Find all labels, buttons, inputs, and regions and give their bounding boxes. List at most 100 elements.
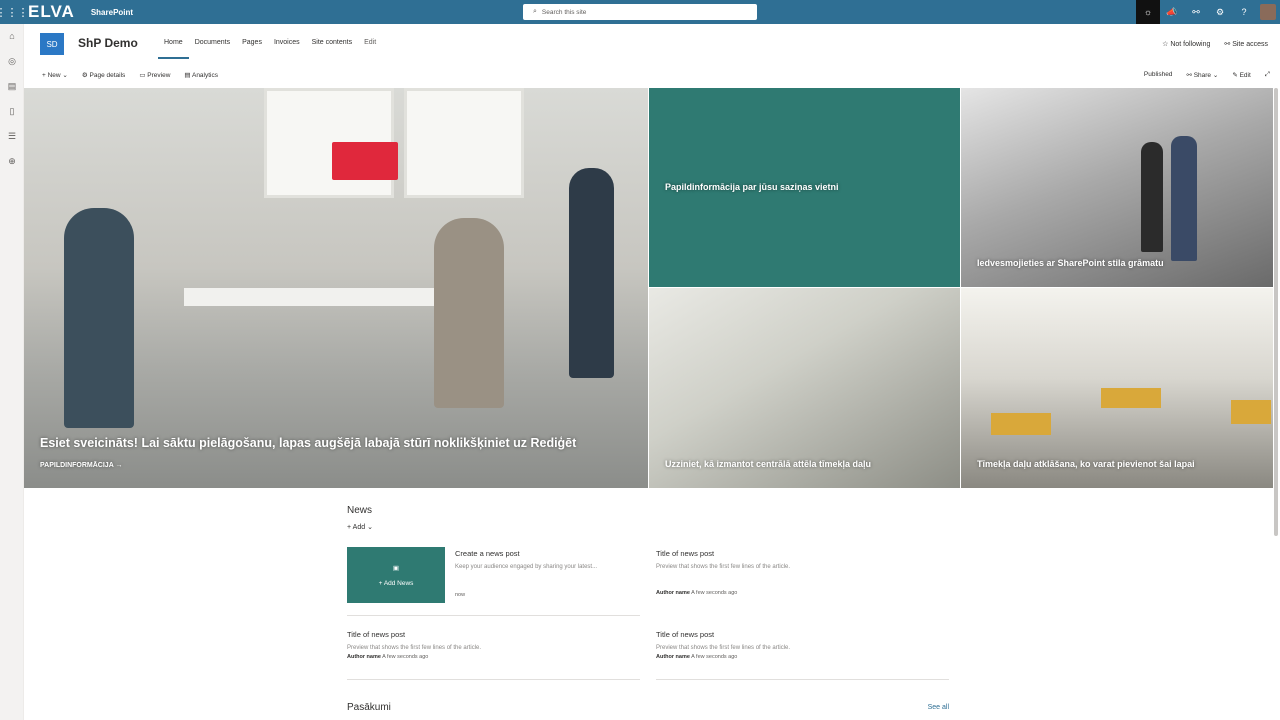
hero-tile-5[interactable]: Tīmekļa daļu atklāšana, ko varat pievien… [961, 288, 1273, 488]
published-status: Published [1143, 71, 1173, 78]
hero-main-title: Esiet sveicināts! Lai sāktu pielāgošanu,… [40, 436, 577, 450]
divider [347, 679, 640, 680]
person-image [434, 218, 504, 408]
nav-pages[interactable]: Pages [236, 39, 268, 59]
yellow-sofa-image [1101, 388, 1161, 408]
search-input[interactable]: ⌕ Search this site [523, 4, 757, 20]
document-icon[interactable]: ▯ [0, 99, 24, 124]
site-access-label: Site access [1232, 41, 1268, 48]
scrollbar[interactable] [1274, 88, 1278, 536]
preview-button[interactable]: ▭ Preview [139, 71, 170, 79]
expand-icon[interactable]: ⤢ [1265, 71, 1270, 79]
yellow-sofa-image [1231, 400, 1271, 424]
avatar[interactable] [1260, 4, 1276, 20]
news-card-author: Author name [347, 654, 381, 660]
waffle-icon[interactable]: ⋮⋮⋮ [0, 0, 29, 24]
news-webpart: News + Add ⌄ ▣ + Add News Create a news … [347, 505, 949, 680]
news-card[interactable]: Title of news post Preview that shows th… [656, 630, 949, 660]
nav-edit[interactable]: Edit [358, 39, 382, 59]
news-card[interactable]: Title of news post Preview that shows th… [656, 549, 949, 596]
search-icon: ⌕ [533, 8, 537, 15]
follow-label: Not following [1170, 41, 1211, 48]
new-button[interactable]: + New ⌄ [42, 71, 68, 79]
nav-home[interactable]: Home [158, 39, 189, 59]
hero-tile-3[interactable]: Iedvesmojieties ar SharePoint stila grām… [961, 88, 1273, 287]
news-card-preview: Preview that shows the first few lines o… [347, 645, 482, 651]
hero-more-label: PAPILDINFORMĀCIJA [40, 462, 114, 469]
news-card[interactable]: Title of news post Preview that shows th… [347, 630, 640, 660]
news-card-time: A few seconds ago [382, 654, 429, 660]
person-image [1141, 142, 1163, 252]
events-title: Pasākumi [347, 702, 391, 713]
share-icon[interactable]: ⚯ [1184, 0, 1208, 24]
home-icon[interactable]: ⌂ [0, 24, 24, 49]
hero-webpart: Esiet sveicināts! Lai sāktu pielāgošanu,… [24, 88, 1273, 488]
add-news-tile[interactable]: ▣ + Add News [347, 547, 445, 603]
edit-button[interactable]: ✎ Edit [1232, 71, 1250, 79]
nav-site-contents[interactable]: Site contents [306, 39, 358, 59]
news-card-author: Author name [656, 590, 690, 596]
person-image [569, 168, 614, 378]
see-all-link[interactable]: See all [928, 704, 949, 711]
site-logo[interactable]: SD [40, 33, 64, 55]
news-card-time: A few seconds ago [691, 654, 738, 660]
hero-tile-3-title: Iedvesmojieties ar SharePoint stila grām… [977, 258, 1164, 268]
megaphone-icon[interactable]: 📣 [1160, 0, 1184, 24]
left-rail: ⌂ ◎ ▤ ▯ ☰ ⊕ [0, 24, 24, 720]
red-lamp-image [332, 142, 398, 180]
hero-tile-4[interactable]: Uzziniet, kā izmantot centrālā attēla tī… [649, 288, 960, 488]
edit-label: Edit [1239, 72, 1251, 79]
analytics-button[interactable]: ▤ Analytics [184, 71, 218, 79]
nav-documents[interactable]: Documents [189, 39, 236, 59]
news-card-meta: Author name A few seconds ago [656, 590, 949, 596]
newspaper-icon: ▣ [392, 564, 400, 572]
person-image [1171, 136, 1197, 261]
page-details-button[interactable]: ⚙ Page details [82, 71, 125, 79]
events-webpart: Pasākumi See all [347, 702, 949, 713]
window-image [404, 88, 524, 198]
hero-more-link[interactable]: PAPILDINFORMĀCIJA → [40, 462, 122, 469]
hero-tile-4-title: Uzziniet, kā izmantot centrālā attēla tī… [665, 459, 872, 469]
app-name[interactable]: SharePoint [91, 8, 133, 17]
hero-tile-5-title: Tīmekļa daļu atklāšana, ko varat pievien… [977, 459, 1195, 469]
news-add-button[interactable]: + Add ⌄ [347, 523, 949, 531]
person-image [64, 208, 134, 428]
preview-label: Preview [147, 72, 171, 79]
share-button[interactable]: ⚯ Share ⌄ [1186, 71, 1218, 79]
news-card-author: Author name [656, 654, 690, 660]
gear-icon[interactable]: ⚙ [1208, 0, 1232, 24]
lightbulb-icon[interactable]: ☼ [1136, 0, 1160, 24]
hero-tile-2[interactable]: Papildinformācija par jūsu saziņas vietn… [649, 88, 960, 287]
add-news-label: Add News [383, 579, 414, 587]
news-card-time: A few seconds ago [691, 590, 738, 596]
table-image [184, 288, 474, 306]
create-icon[interactable]: ⊕ [0, 149, 24, 174]
news-card-title[interactable]: Title of news post [656, 549, 949, 558]
suite-bar: ⋮⋮⋮ ELVA SharePoint ⌕ Search this site ☼ … [0, 0, 1280, 24]
news-card-preview: Preview that shows the first few lines o… [656, 564, 791, 570]
new-label: New [47, 72, 61, 79]
analytics-label: Analytics [191, 72, 218, 79]
help-icon[interactable]: ? [1232, 0, 1256, 24]
site-nav: Home Documents Pages Invoices Site conte… [158, 39, 382, 59]
hero-tile-main[interactable]: Esiet sveicināts! Lai sāktu pielāgošanu,… [24, 88, 648, 488]
nav-invoices[interactable]: Invoices [268, 39, 306, 59]
hero-tile-2-title: Papildinformācija par jūsu saziņas vietn… [665, 182, 839, 192]
site-title[interactable]: ShP Demo [78, 36, 138, 50]
site-access-button[interactable]: ⚯ Site access [1224, 40, 1268, 48]
brand-logo[interactable]: ELVA [28, 2, 75, 22]
news-add-label: Add [352, 524, 366, 531]
news-card-meta: Author name A few seconds ago [347, 654, 640, 660]
divider [347, 615, 640, 616]
site-header: SD ShP Demo Home Documents Pages Invoice… [24, 24, 1280, 64]
list-icon[interactable]: ☰ [0, 124, 24, 149]
follow-button[interactable]: ☆ Not following [1162, 40, 1210, 48]
yellow-sofa-image [991, 413, 1051, 435]
page-details-label: Page details [89, 72, 126, 79]
globe-icon[interactable]: ◎ [0, 49, 24, 74]
news-icon[interactable]: ▤ [0, 74, 24, 99]
news-card-title[interactable]: Title of news post [347, 630, 640, 639]
divider [656, 679, 949, 680]
share-label: Share [1193, 72, 1212, 79]
news-card-title[interactable]: Title of news post [656, 630, 949, 639]
